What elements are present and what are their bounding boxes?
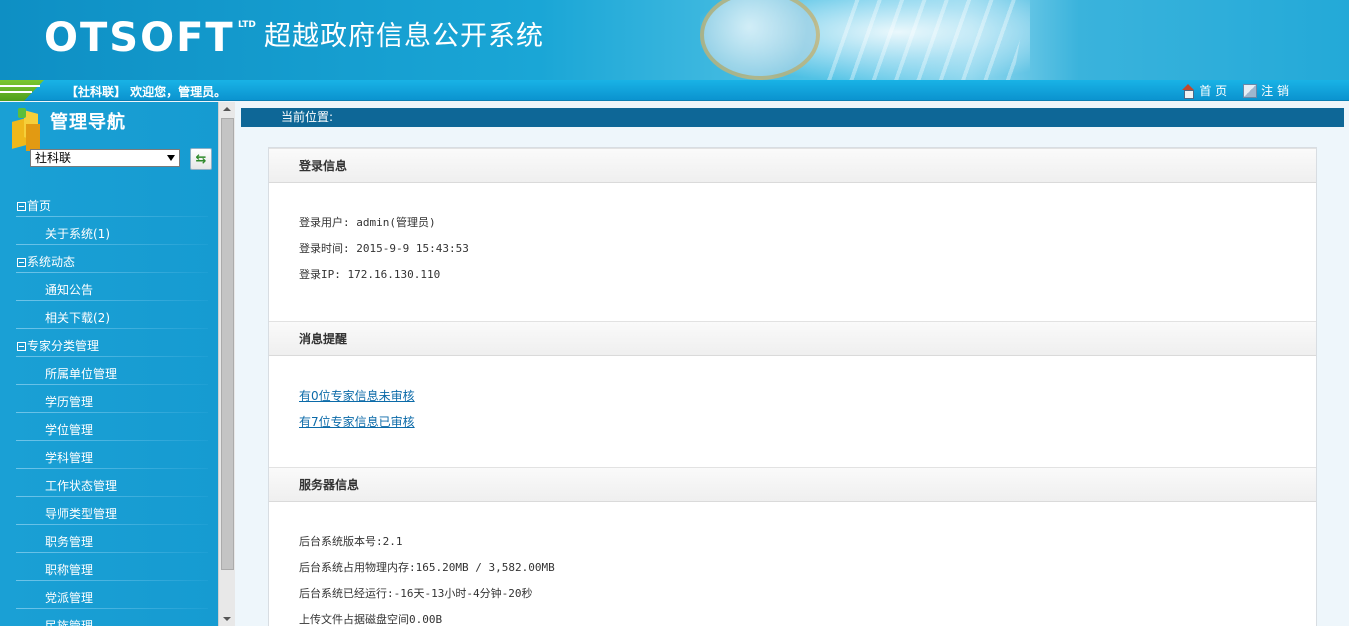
nav-label: 通知公告	[45, 283, 94, 297]
breadcrumb: 当前位置:	[241, 108, 1344, 127]
info-panel: 登录信息 登录用户: admin(管理员) 登录时间: 2015-9-9 15:…	[268, 147, 1317, 626]
login-info-heading: 登录信息	[269, 148, 1316, 183]
nav-label: 学历管理	[45, 395, 94, 409]
collapse-icon[interactable]	[17, 258, 26, 267]
nav-label: 民族管理	[45, 619, 94, 626]
login-user: 登录用户: admin(管理员)	[299, 216, 436, 229]
nav-item[interactable]: 职务管理	[0, 528, 218, 556]
nav-group[interactable]: 系统动态	[0, 248, 218, 276]
nav-item[interactable]: 职称管理	[0, 556, 218, 584]
top-bar: 【社科联】 欢迎您，管理员。 首 页 注 销	[0, 80, 1349, 101]
nav-group[interactable]: 专家分类管理	[0, 332, 218, 360]
server-uptime: 后台系统已经运行:-16天-13小时-4分钟-20秒	[299, 587, 533, 600]
stripe-line	[0, 85, 40, 87]
nav-label: 学位管理	[45, 423, 94, 437]
logout-link-label: 注 销	[1261, 84, 1289, 98]
nav-item[interactable]: 导师类型管理	[0, 500, 218, 528]
pending-experts-link[interactable]: 有0位专家信息未审核	[299, 389, 415, 403]
refresh-button[interactable]: ⇆	[190, 148, 212, 170]
logout-link[interactable]: 注 销	[1243, 82, 1289, 99]
nav-label: 导师类型管理	[45, 507, 118, 521]
nav-item[interactable]: 关于系统(1)	[0, 220, 218, 248]
nav-item[interactable]: 学历管理	[0, 388, 218, 416]
org-select-value: 社科联	[35, 151, 72, 165]
logo-suffix: LTD	[238, 20, 256, 30]
top-links: 首 页 注 销	[1181, 82, 1289, 99]
stripe-line	[0, 91, 32, 93]
scroll-up-icon[interactable]	[219, 102, 236, 116]
home-link-label: 首 页	[1199, 84, 1228, 98]
nav-item[interactable]: 所属单位管理	[0, 360, 218, 388]
approved-experts-link[interactable]: 有7位专家信息已审核	[299, 415, 415, 429]
nav-item[interactable]: 工作状态管理	[0, 472, 218, 500]
sidebar-scrollbar[interactable]	[218, 102, 235, 626]
nav-title: 管理导航	[50, 112, 126, 133]
nav-item[interactable]: 党派管理	[0, 584, 218, 612]
nav-item[interactable]: 学科管理	[0, 444, 218, 472]
home-icon	[1181, 83, 1195, 99]
blocks-icon	[10, 106, 44, 151]
nav-label: 首页	[27, 199, 52, 213]
org-select[interactable]: 社科联	[30, 149, 180, 167]
collapse-icon[interactable]	[17, 342, 26, 351]
server-memory: 后台系统占用物理内存:165.20MB / 3,582.00MB	[299, 561, 555, 574]
nav-item[interactable]: 相关下载(2)	[0, 304, 218, 332]
scroll-thumb[interactable]	[221, 118, 234, 570]
refresh-icon: ⇆	[195, 151, 207, 167]
nav-label: 关于系统(1)	[45, 227, 110, 241]
scroll-down-icon[interactable]	[219, 612, 236, 626]
nav-menu: 首页关于系统(1) 系统动态通知公告相关下载(2) 专家分类管理所属单位管理 学历管理…	[0, 192, 218, 626]
paper-decoration	[822, 0, 1028, 80]
welcome-text: 【社科联】 欢迎您，管理员。	[66, 85, 227, 99]
messages-heading: 消息提醒	[269, 321, 1316, 356]
nav-item[interactable]: 民族管理	[0, 612, 218, 626]
server-info-heading: 服务器信息	[269, 467, 1316, 502]
login-info-body: 登录用户: admin(管理员) 登录时间: 2015-9-9 15:43:53…	[269, 183, 1316, 321]
nav-label: 学科管理	[45, 451, 94, 465]
nav-item[interactable]: 通知公告	[0, 276, 218, 304]
collapse-icon[interactable]	[17, 202, 26, 211]
nav-label: 系统动态	[27, 255, 76, 269]
nav-group[interactable]: 首页	[0, 192, 218, 220]
nav-label: 专家分类管理	[27, 339, 100, 353]
nav-label: 所属单位管理	[45, 367, 118, 381]
header-banner: OTSOFT LTD 超越政府信息公开系统	[0, 0, 1349, 80]
logo-text: OTSOFT	[44, 15, 235, 61]
nav-label: 相关下载(2)	[45, 311, 110, 325]
messages-body: 有0位专家信息未审核 有7位专家信息已审核	[269, 356, 1316, 467]
home-link[interactable]: 首 页	[1181, 82, 1227, 99]
nav-label: 党派管理	[45, 591, 94, 605]
server-info-body: 后台系统版本号:2.1 后台系统占用物理内存:165.20MB / 3,582.…	[269, 502, 1316, 626]
logout-icon	[1243, 83, 1258, 98]
server-disk: 上传文件占据磁盘空间0.00B	[299, 613, 443, 626]
nav-label: 工作状态管理	[45, 479, 118, 493]
nav-label: 职称管理	[45, 563, 94, 577]
server-version: 后台系统版本号:2.1	[299, 535, 403, 548]
login-ip: 登录IP: 172.16.130.110	[299, 268, 441, 281]
system-title: 超越政府信息公开系统	[264, 21, 544, 52]
nav-item[interactable]: 学位管理	[0, 416, 218, 444]
login-time: 登录时间: 2015-9-9 15:43:53	[299, 242, 469, 255]
nav-label: 职务管理	[45, 535, 94, 549]
nav-header: 管理导航	[10, 106, 126, 151]
sidebar: 管理导航 社科联 ⇆ 首页关于系统(1) 系统动态通知公告相关下载(2) 专家分类管…	[0, 102, 218, 626]
main-content: 当前位置: 登录信息 登录用户: admin(管理员) 登录时间: 2015-9…	[236, 102, 1349, 626]
chevron-down-icon	[167, 155, 175, 161]
